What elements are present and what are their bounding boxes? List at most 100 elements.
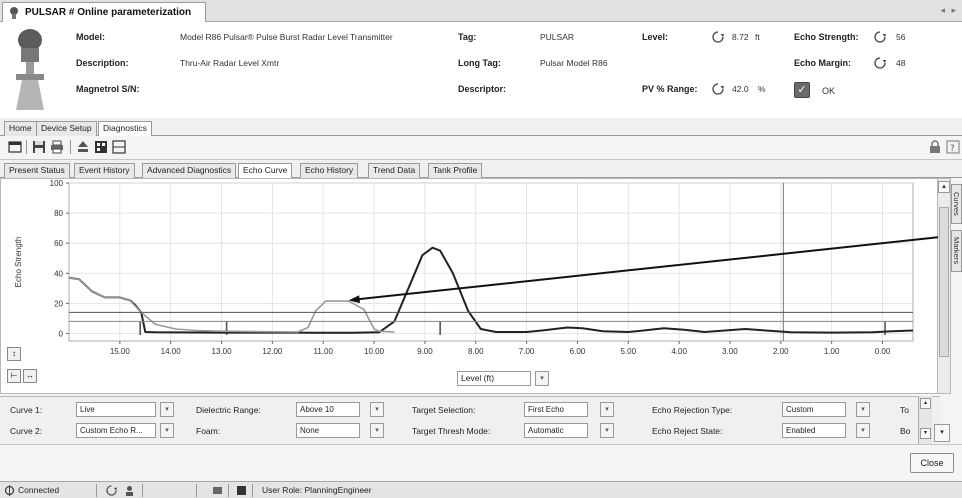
long-tag-value: Pulsar Model R86 bbox=[540, 58, 608, 68]
x-tick-label: 2.00 bbox=[773, 347, 789, 356]
echo-rejection-type-label: Echo Rejection Type: bbox=[652, 405, 733, 415]
save-icon[interactable] bbox=[32, 140, 46, 154]
level-value: 8.72 bbox=[732, 32, 749, 42]
print-icon[interactable] bbox=[50, 140, 64, 154]
echo-reject-state-select[interactable]: Enabled bbox=[782, 423, 846, 438]
tab-trend-data[interactable]: Trend Data bbox=[368, 163, 421, 178]
target-thresh-mode-label: Target Thresh Mode: bbox=[412, 426, 491, 436]
help-icon[interactable]: ? bbox=[946, 140, 960, 154]
curve1-label: Curve 1: bbox=[10, 405, 43, 415]
refresh-icon[interactable] bbox=[712, 83, 724, 95]
x-tick-label: 6.00 bbox=[570, 347, 586, 356]
level-label: Level: bbox=[642, 32, 669, 42]
expand-panel-button[interactable]: ▾ bbox=[934, 424, 950, 442]
status-bar: Connected User Role: PlanningEngineer bbox=[0, 481, 962, 498]
scroll-up-button[interactable]: ▴ bbox=[938, 181, 950, 193]
curve1-select[interactable]: Live bbox=[76, 402, 156, 417]
scroll-thumb[interactable] bbox=[939, 207, 949, 357]
side-tab-markers[interactable]: Markers bbox=[951, 230, 962, 272]
refresh-icon[interactable] bbox=[874, 57, 886, 69]
refresh-icon[interactable] bbox=[106, 485, 117, 496]
scroll-down-button[interactable]: ▾ bbox=[920, 428, 931, 439]
pv-range-unit: % bbox=[758, 84, 766, 94]
zoom-reset-button[interactable]: ⊢ bbox=[7, 369, 21, 383]
tag-label: Tag: bbox=[458, 32, 477, 42]
refresh-icon[interactable] bbox=[874, 31, 886, 43]
tab-present-status[interactable]: Present Status bbox=[4, 163, 70, 178]
panel-icon[interactable] bbox=[112, 140, 126, 154]
y-axis-label: Echo Strength bbox=[14, 237, 23, 288]
chevron-down-icon[interactable]: ▾ bbox=[535, 371, 549, 386]
truncated-label-1: To bbox=[900, 405, 909, 415]
dialog-button-row: Close bbox=[0, 444, 962, 480]
target-thresh-mode-select[interactable]: Automatic bbox=[524, 423, 588, 438]
side-tab-curves[interactable]: Curves bbox=[951, 184, 962, 224]
dielectric-range-select[interactable]: Above 10 bbox=[296, 402, 360, 417]
target-selection-select[interactable]: First Echo bbox=[524, 402, 588, 417]
transfer-icon[interactable] bbox=[76, 140, 90, 154]
x-tick-label: 14.00 bbox=[161, 347, 182, 356]
tab-tank-profile[interactable]: Tank Profile bbox=[428, 163, 483, 178]
window-icon[interactable] bbox=[8, 140, 22, 154]
tab-scroll-arrows[interactable]: ◂ ▸ bbox=[940, 5, 958, 16]
x-tick-label: 0.00 bbox=[875, 347, 891, 356]
tab-diagnostics[interactable]: Diagnostics bbox=[98, 121, 152, 137]
x-tick-label: 5.00 bbox=[620, 347, 636, 356]
echo-curve-chart-area[interactable]: 15.00 14.00 13.00 12.00 11.00 10.00 9.00 8.00 7.… bbox=[0, 178, 939, 395]
x-tick-label: 4.00 bbox=[671, 347, 687, 356]
y-tick-label: 100 bbox=[50, 179, 64, 188]
tab-event-history[interactable]: Event History bbox=[74, 163, 135, 178]
main-tab-bar: Home Device Setup Diagnostics bbox=[0, 118, 962, 137]
tab-advanced-diagnostics[interactable]: Advanced Diagnostics bbox=[142, 163, 237, 178]
app-window: PULSAR # Online parameterization ◂ ▸ Mod… bbox=[0, 0, 962, 498]
serial-number-label: Magnetrol S/N: bbox=[76, 84, 140, 94]
y-tick-label: 60 bbox=[54, 239, 63, 248]
tab-echo-history[interactable]: Echo History bbox=[300, 163, 359, 178]
settings-vertical-scrollbar[interactable]: ▴ ▾ bbox=[918, 396, 932, 444]
close-button[interactable]: Close bbox=[910, 453, 954, 473]
x-axis-unit-value: Level (ft) bbox=[461, 373, 495, 383]
curve2-select[interactable]: Custom Echo R... bbox=[76, 423, 156, 438]
echo-curve-chart[interactable]: 15.00 14.00 13.00 12.00 11.00 10.00 9.00 8.00 7.… bbox=[1, 179, 939, 395]
x-axis-unit-select[interactable]: Level (ft) ▾ bbox=[457, 371, 549, 386]
echo-reject-state-label: Echo Reject State: bbox=[652, 426, 723, 436]
chevron-down-icon[interactable]: ▾ bbox=[600, 402, 614, 417]
zoom-horizontal-button[interactable]: ↔ bbox=[23, 369, 37, 383]
connected-icon bbox=[4, 485, 15, 496]
tab-device-setup[interactable]: Device Setup bbox=[36, 121, 97, 136]
status-separator bbox=[196, 484, 197, 497]
chevron-down-icon[interactable]: ▾ bbox=[160, 402, 174, 417]
document-tab[interactable]: PULSAR # Online parameterization bbox=[2, 2, 206, 22]
model-value: Model R86 Pulsar® Pulse Burst Radar Leve… bbox=[180, 32, 393, 42]
grid-view-icon[interactable] bbox=[94, 140, 108, 154]
x-tick-label: 9.00 bbox=[417, 347, 433, 356]
echo-rejection-type-select[interactable]: Custom bbox=[782, 402, 846, 417]
y-tick-label: 80 bbox=[54, 209, 63, 218]
chart-vertical-scrollbar[interactable]: ▴ bbox=[938, 178, 951, 394]
chevron-down-icon[interactable]: ▾ bbox=[856, 423, 870, 438]
tab-echo-curve[interactable]: Echo Curve bbox=[238, 163, 293, 179]
device-icon bbox=[10, 6, 18, 19]
chevron-down-icon[interactable]: ▾ bbox=[160, 423, 174, 438]
lock-icon[interactable] bbox=[928, 140, 942, 154]
status-check-icon: ✓ bbox=[794, 82, 810, 98]
x-tick-label: 10.00 bbox=[364, 347, 385, 356]
status-text: OK bbox=[822, 86, 836, 96]
pv-range-value: 42.0 bbox=[732, 84, 749, 94]
y-tick-label: 20 bbox=[54, 299, 63, 308]
echo-settings-panel: Curve 1: Live ▾ Curve 2: Custom Echo R..… bbox=[0, 396, 940, 444]
chevron-down-icon[interactable]: ▾ bbox=[370, 423, 384, 438]
tab-home[interactable]: Home bbox=[4, 121, 37, 136]
user-role: User Role: PlanningEngineer bbox=[262, 485, 372, 495]
zoom-vertical-button[interactable]: ↕ bbox=[7, 347, 21, 361]
chevron-down-icon[interactable]: ▾ bbox=[856, 402, 870, 417]
chevron-down-icon[interactable]: ▾ bbox=[370, 402, 384, 417]
scroll-up-button[interactable]: ▴ bbox=[920, 398, 931, 409]
refresh-icon[interactable] bbox=[712, 31, 724, 43]
truncated-label-2: Bo bbox=[900, 426, 911, 436]
x-tick-label: 15.00 bbox=[110, 347, 131, 356]
chevron-down-icon[interactable]: ▾ bbox=[600, 423, 614, 438]
target-selection-label: Target Selection: bbox=[412, 405, 476, 415]
foam-select[interactable]: None bbox=[296, 423, 360, 438]
level-unit: ft bbox=[755, 32, 760, 42]
